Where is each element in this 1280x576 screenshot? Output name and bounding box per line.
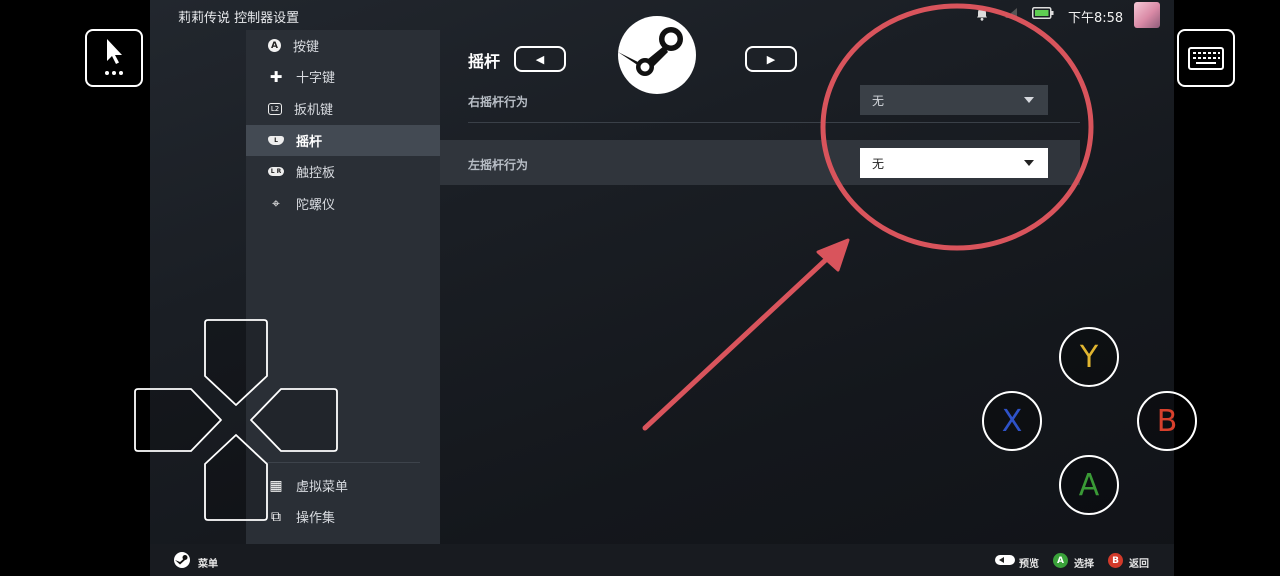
y-button-label: Y (1079, 339, 1099, 375)
a-face-button[interactable]: A (1059, 455, 1119, 515)
keyboard-icon (1188, 47, 1224, 70)
row-divider (468, 122, 1080, 123)
triangle-left-icon: ◀ (535, 52, 545, 66)
menu-hint-label: 菜单 (198, 559, 218, 570)
keyboard-button[interactable] (1177, 29, 1235, 87)
dpad-icon: ✚ (269, 67, 283, 86)
b-button-label: B (1156, 403, 1178, 439)
left-stick-behavior-label: 左摇杆行为 (468, 158, 529, 172)
sidebar-item-label: 按键 (293, 40, 320, 55)
avatar[interactable] (1134, 2, 1160, 28)
sidebar-item-trackpads[interactable]: L R 触控板 (246, 156, 440, 187)
dpad-up (204, 319, 268, 406)
view-button-icon (995, 555, 1015, 565)
joystick-icon: L (268, 136, 284, 145)
a-button-label: A (1078, 467, 1100, 503)
dpad-down (204, 434, 268, 521)
trackpad-icon: L R (268, 167, 284, 176)
b-face-button[interactable]: B (1137, 391, 1197, 451)
x-face-button[interactable]: X (982, 391, 1042, 451)
cursor-icon (105, 39, 123, 75)
mouse-mode-button[interactable] (85, 29, 143, 87)
battery-icon (1032, 7, 1054, 22)
sidebar-item-triggers[interactable]: L2 扳机键 (246, 93, 440, 124)
select-hint-label: 选择 (1074, 559, 1094, 570)
sidebar-item-gyro[interactable]: ⌖ 陀螺仪 (246, 188, 440, 219)
prev-section-button[interactable]: ◀ (514, 46, 566, 72)
app-title: 莉莉传说 控制器设置 (178, 11, 300, 26)
virtual-dpad[interactable] (130, 315, 342, 525)
sidebar-item-label: 陀螺仪 (296, 198, 336, 213)
a-button-icon: A (268, 39, 281, 52)
sidebar-item-dpad[interactable]: ✚ 十字键 (246, 61, 440, 92)
right-stick-behavior-label: 右摇杆行为 (468, 95, 529, 109)
triangle-right-icon: ▶ (766, 52, 776, 66)
sidebar-item-label: 摇杆 (296, 135, 323, 150)
chevron-down-icon (1024, 160, 1034, 166)
dpad-right (250, 388, 338, 452)
gyro-icon: ⌖ (272, 195, 280, 212)
dropdown-value: 无 (872, 156, 885, 171)
b-button-icon: B (1108, 553, 1123, 568)
right-stick-behavior-dropdown[interactable]: 无 (860, 85, 1048, 115)
steam-icon (174, 552, 190, 572)
trigger-icon: L2 (268, 102, 282, 115)
chevron-down-icon (1024, 97, 1034, 103)
sidebar-item-label: 十字键 (296, 71, 336, 86)
dropdown-value: 无 (872, 93, 885, 108)
bell-icon (976, 7, 988, 24)
sidebar-item-label: 扳机键 (294, 103, 334, 118)
dpad-left (134, 388, 222, 452)
a-button-icon: A (1053, 553, 1068, 568)
x-button-label: X (1001, 403, 1023, 439)
sidebar-item-label: 触控板 (296, 166, 336, 181)
section-title: 摇杆 (468, 52, 501, 71)
y-face-button[interactable]: Y (1059, 327, 1119, 387)
clock: 下午8:58 (1068, 11, 1124, 26)
sidebar-item-joysticks[interactable]: L 摇杆 (246, 125, 440, 156)
signal-icon (1004, 7, 1018, 22)
next-section-button[interactable]: ▶ (745, 46, 797, 72)
sidebar-item-buttons[interactable]: A 按键 (246, 30, 440, 61)
preview-hint-label: 预览 (1019, 559, 1039, 570)
steam-logo-icon (618, 16, 696, 94)
back-hint-label: 返回 (1129, 559, 1149, 570)
left-stick-behavior-dropdown[interactable]: 无 (860, 148, 1048, 178)
bottom-hint-bar: 菜单 预览 A 选择 B 返回 (150, 544, 1174, 576)
